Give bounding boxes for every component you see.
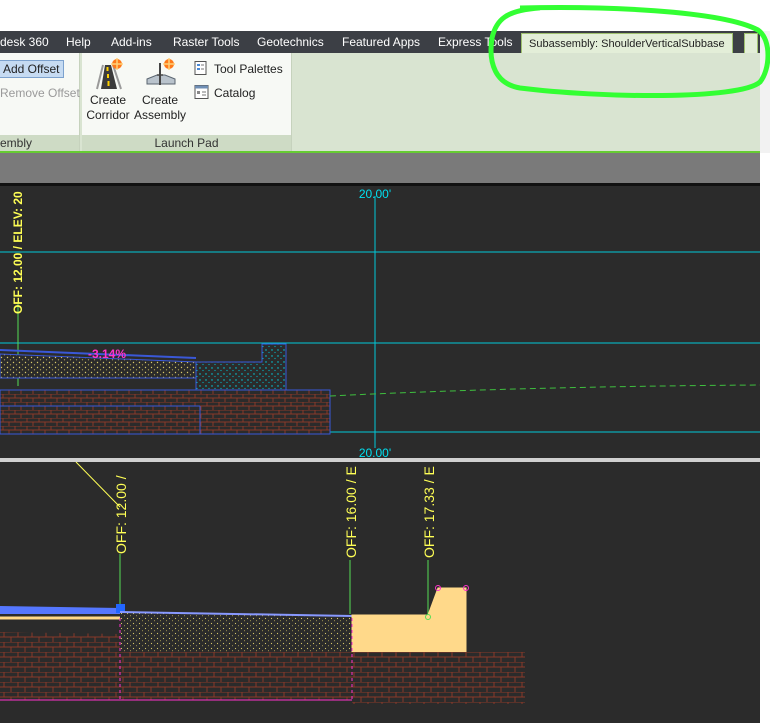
tab-geotechnics[interactable]: Geotechnics xyxy=(257,35,324,53)
right-edge xyxy=(760,153,770,723)
create-corridor-label-1: Create xyxy=(89,93,127,107)
curb-shape xyxy=(351,587,467,653)
offset-label-1: OFF: 12.00 / xyxy=(113,475,129,554)
launch-pad-title: Launch Pad xyxy=(82,135,291,151)
section-viewport[interactable]: 20.00' 20.00' -3.14% OFF: 12.00 / ELEV: … xyxy=(0,186,760,458)
catalog-icon xyxy=(194,85,209,99)
base-brick-middle xyxy=(120,652,352,700)
assembly-panel-title: embly xyxy=(0,135,79,151)
assembly-panel: Add Offset Remove Offset embly xyxy=(0,53,80,151)
slope-label: -3.14% xyxy=(88,347,126,361)
tab-raster-tools[interactable]: Raster Tools xyxy=(173,35,239,53)
base-layer xyxy=(0,389,331,435)
launch-pad-panel: Create Corridor Create Assembly Tool Pal… xyxy=(82,53,292,151)
title-bar-area xyxy=(0,0,770,31)
detail-drawing[interactable]: OFF: 12.00 / OFF: 16.00 / E OFF: 17.33 /… xyxy=(0,462,760,723)
base-brick-right xyxy=(352,652,525,704)
ribbon: Add Offset Remove Offset embly Create Co… xyxy=(0,53,760,151)
tab-add-ins[interactable]: Add-ins xyxy=(111,35,152,53)
curb-section xyxy=(195,343,287,391)
existing-ground-line xyxy=(329,384,760,397)
section-drawing[interactable]: 20.00' 20.00' -3.14% OFF: 12.00 / ELEV: … xyxy=(0,186,760,458)
ribbon-tab-bar: desk 360 Help Add-ins Raster Tools Geote… xyxy=(0,31,770,53)
tab-help[interactable]: Help xyxy=(66,35,91,53)
offset-marker-lines xyxy=(119,554,429,617)
create-assembly-label-2: Assembly xyxy=(134,108,187,122)
pavement-layer xyxy=(0,606,120,614)
detail-viewport[interactable]: OFF: 12.00 / OFF: 16.00 / E OFF: 17.33 /… xyxy=(0,462,760,723)
create-assembly-label-1: Create xyxy=(141,93,179,107)
window-edge xyxy=(760,31,770,153)
tab-subassembly[interactable]: Subassembly: ShoulderVerticalSubbase xyxy=(521,33,733,53)
add-offset-button[interactable]: Add Offset xyxy=(0,60,65,78)
corridor-icon xyxy=(96,58,123,90)
catalog-label: Catalog xyxy=(214,86,256,100)
tab-overflow[interactable] xyxy=(744,33,758,53)
offset-label-3: OFF: 17.33 / E xyxy=(421,466,437,558)
catalog-button[interactable]: Catalog xyxy=(194,85,255,101)
assembly-icon xyxy=(146,58,176,85)
file-tabs-bar xyxy=(0,153,760,183)
tab-featured-apps[interactable]: Featured Apps xyxy=(342,35,420,53)
tab-autodesk-360[interactable]: desk 360 xyxy=(0,35,49,53)
grid-label-bottom: 20.00' xyxy=(359,446,391,458)
remove-offset-button[interactable]: Remove Offset xyxy=(0,85,80,101)
create-corridor-label-2: Corridor xyxy=(86,108,130,122)
tool-palettes-label: Tool Palettes xyxy=(214,62,283,76)
base-brick-left xyxy=(0,632,120,700)
create-corridor-button[interactable]: Create Corridor xyxy=(82,57,134,123)
create-assembly-button[interactable]: Create Assembly xyxy=(134,57,186,123)
grid-label-top: 20.00' xyxy=(359,187,391,201)
subbase-layer-detail xyxy=(120,612,352,652)
tool-palettes-button[interactable]: Tool Palettes xyxy=(194,61,283,77)
tool-palettes-icon xyxy=(194,61,207,75)
offset-elevation-label: OFF: 12.00 / ELEV: 20 xyxy=(11,191,25,314)
offset-label-2: OFF: 16.00 / E xyxy=(343,466,359,558)
tab-express-tools[interactable]: Express Tools xyxy=(438,35,512,53)
